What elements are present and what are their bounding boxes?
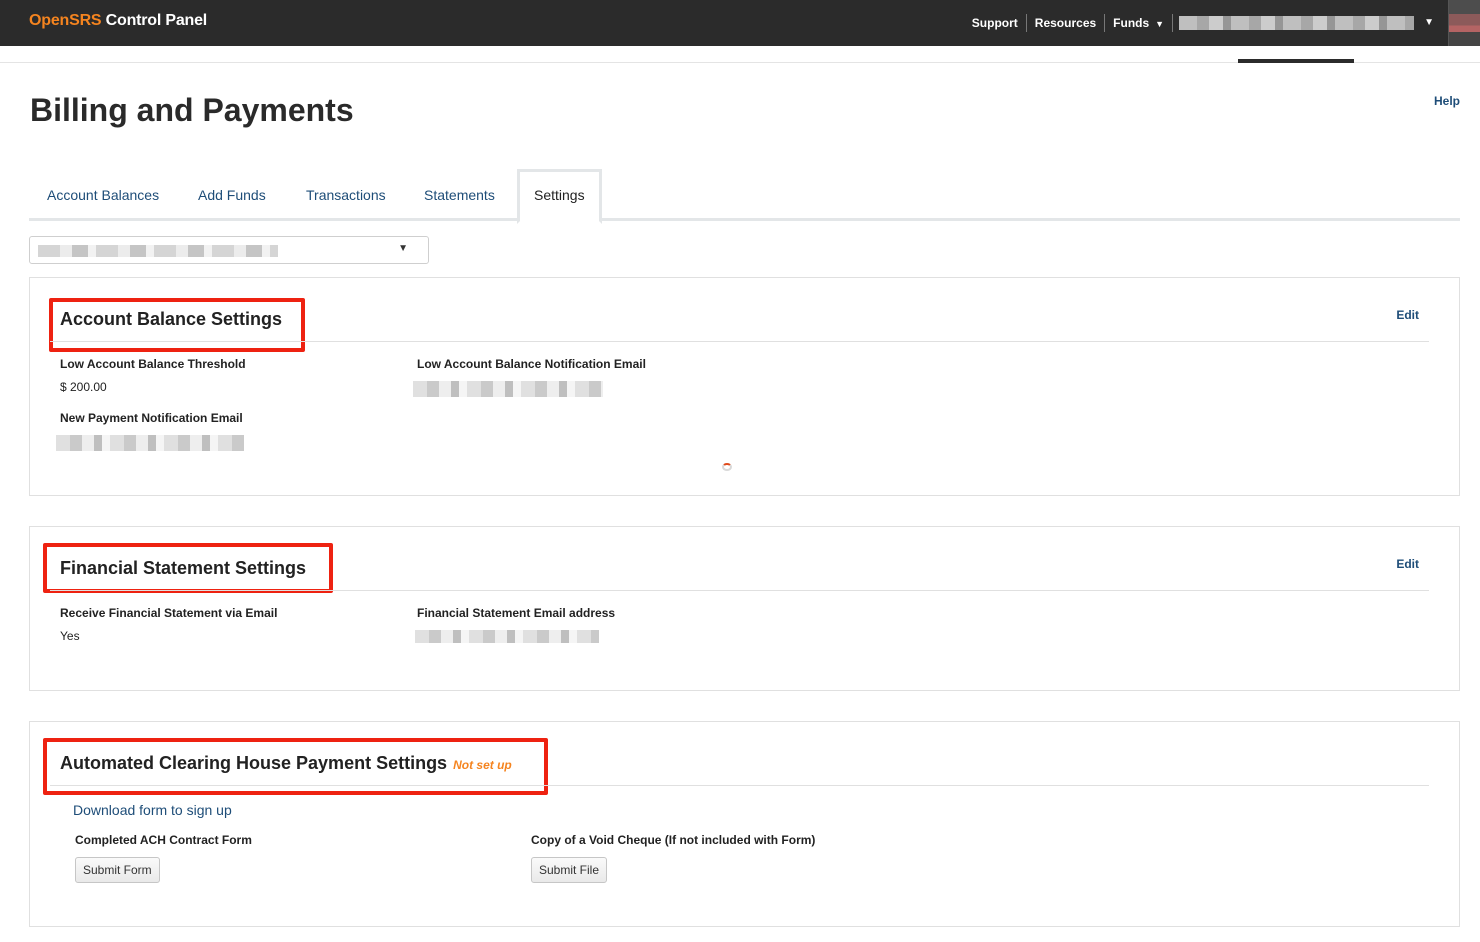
account-select[interactable]: ▼ (29, 236, 429, 264)
edit-financial-statement-button[interactable]: Edit (1396, 557, 1419, 571)
tab-transactions[interactable]: Transactions (306, 169, 386, 221)
contract-form-label: Completed ACH Contract Form (75, 833, 252, 847)
tab-account-balances[interactable]: Account Balances (47, 169, 159, 221)
edit-account-balance-button[interactable]: Edit (1396, 308, 1419, 322)
tab-add-funds[interactable]: Add Funds (198, 169, 266, 221)
page-title: Billing and Payments (30, 92, 354, 128)
redacted-account-value (38, 245, 278, 257)
receive-statement-value: Yes (60, 629, 80, 643)
panel-title: Automated Clearing House Payment Setting… (60, 753, 512, 774)
loading-spinner-icon (722, 463, 732, 471)
account-menu[interactable]: ▼ (1173, 14, 1448, 32)
chevron-down-icon: ▼ (1155, 19, 1165, 29)
ach-payment-settings-panel: Automated Clearing House Payment Setting… (29, 721, 1460, 927)
receive-statement-label: Receive Financial Statement via Email (60, 606, 278, 620)
financial-statement-settings-panel: Financial Statement Settings Edit Receiv… (29, 526, 1460, 691)
chevron-down-icon: ▼ (1424, 17, 1434, 28)
user-avatar[interactable] (1448, 0, 1480, 46)
redacted-low-email (413, 381, 603, 397)
nav-funds-label: Funds (1113, 16, 1150, 30)
nav-support-link[interactable]: Support (964, 14, 1027, 32)
active-nav-indicator (1238, 59, 1354, 63)
account-balance-settings-panel: Account Balance Settings Edit Low Accoun… (29, 277, 1460, 496)
panel-divider (50, 590, 1429, 591)
low-email-label: Low Account Balance Notification Email (417, 357, 646, 371)
panel-divider (50, 341, 1429, 342)
void-cheque-label: Copy of a Void Cheque (If not included w… (531, 833, 816, 847)
status-badge: Not set up (453, 758, 512, 772)
low-threshold-label: Low Account Balance Threshold (60, 357, 246, 371)
help-link[interactable]: Help (1434, 94, 1460, 108)
brand-name: OpenSRS (29, 12, 102, 29)
redacted-new-payment-email (56, 435, 244, 451)
brand-logo[interactable]: OpenSRS Control Panel (29, 12, 207, 30)
tab-bar: Account Balances Add Funds Transactions … (29, 169, 1460, 224)
redacted-account-name (1179, 16, 1415, 30)
new-payment-email-label: New Payment Notification Email (60, 411, 243, 425)
submit-file-button[interactable]: Submit File (531, 857, 608, 883)
nav-resources-label: Resources (1034, 16, 1097, 30)
redacted-statement-email (415, 630, 599, 643)
tab-statements[interactable]: Statements (424, 169, 495, 221)
nav-funds-menu[interactable]: Funds ▼ (1105, 14, 1174, 32)
panel-divider (50, 785, 1429, 786)
panel-title: Financial Statement Settings (60, 558, 307, 578)
panel-title: Account Balance Settings (60, 309, 283, 329)
top-nav-links: Support Resources Funds ▼ ▼ (964, 0, 1480, 46)
download-form-link[interactable]: Download form to sign up (73, 802, 232, 818)
statement-email-label: Financial Statement Email address (417, 606, 616, 620)
submit-form-button[interactable]: Submit Form (75, 857, 160, 883)
caret-down-icon: ▼ (398, 243, 408, 254)
ach-title: Automated Clearing House Payment Setting… (60, 753, 448, 773)
tab-settings[interactable]: Settings (517, 169, 602, 224)
low-threshold-value: $ 200.00 (60, 380, 107, 394)
brand-product: Control Panel (101, 12, 208, 29)
top-navbar: OpenSRS Control Panel Support Resources … (0, 0, 1480, 46)
nav-resources-link[interactable]: Resources (1027, 14, 1106, 32)
